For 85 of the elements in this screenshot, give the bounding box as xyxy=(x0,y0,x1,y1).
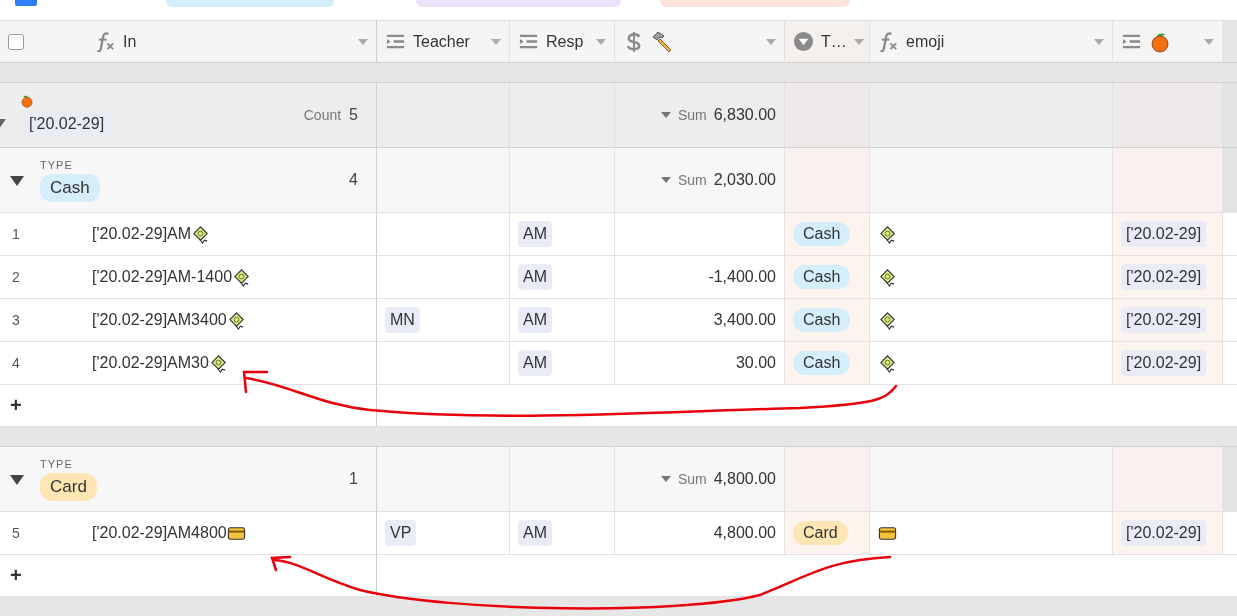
banknote-icon xyxy=(878,353,897,373)
amount-value: 30.00 xyxy=(735,354,776,372)
record-name: ['20.02-29]AM xyxy=(92,225,192,243)
column-header[interactable]: T… xyxy=(785,21,870,63)
column-menu-caret-icon[interactable] xyxy=(853,38,864,45)
resp-chip: AM xyxy=(518,264,552,290)
select-all-checkbox[interactable] xyxy=(8,33,24,50)
group-sum: 6,830.00 xyxy=(713,106,776,124)
row-number: 4 xyxy=(12,355,21,371)
group-value-tag: Cash xyxy=(40,173,100,202)
banknote-icon xyxy=(208,353,228,373)
banknote-icon xyxy=(226,310,246,330)
collapse-caret-icon[interactable] xyxy=(10,176,24,186)
amount-value: -1,400.00 xyxy=(708,268,776,286)
group-sum: 4,800.00 xyxy=(713,470,776,488)
resp-chip: AM xyxy=(518,520,552,546)
column-menu-caret-icon[interactable] xyxy=(358,38,368,45)
sum-label: Sum xyxy=(677,471,707,487)
add-record-button[interactable]: + xyxy=(0,394,22,417)
table-cell xyxy=(1223,83,1237,148)
table-cell xyxy=(1223,447,1237,512)
column-menu-caret-icon[interactable] xyxy=(596,38,606,45)
teacher-chip: MN xyxy=(385,307,420,333)
type-tag: Card xyxy=(793,521,848,545)
group-value-chip: ['20.02-29] xyxy=(24,110,110,137)
column-header[interactable]: Resp xyxy=(510,21,615,63)
formula-icon xyxy=(95,31,116,52)
date-chip: ['20.02-29] xyxy=(1121,221,1207,247)
sum-label: Sum xyxy=(677,107,707,123)
app-icon xyxy=(15,0,37,6)
date-chip: ['20.02-29] xyxy=(1121,350,1207,376)
summary-caret-icon[interactable] xyxy=(660,476,671,482)
type-tag: Cash xyxy=(793,351,851,375)
date-chip: ['20.02-29] xyxy=(1121,307,1207,333)
row-number: 5 xyxy=(12,525,21,541)
row-number: 3 xyxy=(12,312,21,328)
amount-value: 3,400.00 xyxy=(713,311,776,329)
group-field-label: TYPE xyxy=(40,158,73,171)
banknote-icon xyxy=(878,310,897,330)
row-number: 1 xyxy=(12,226,21,242)
resp-chip: AM xyxy=(518,350,552,376)
column-menu-caret-icon[interactable] xyxy=(1204,38,1214,45)
column-menu-caret-icon[interactable] xyxy=(491,38,501,45)
date-chip: ['20.02-29] xyxy=(1121,520,1207,546)
record-name: ['20.02-29]AM4800 xyxy=(92,524,227,542)
formula-icon xyxy=(878,31,899,52)
summary-caret-icon[interactable] xyxy=(660,112,671,118)
banknote-icon xyxy=(878,224,897,244)
banknote-icon xyxy=(878,267,897,287)
column-header[interactable] xyxy=(1113,21,1223,63)
group-count: 5 xyxy=(349,106,358,124)
group-value-tag: Card xyxy=(40,472,97,501)
tangerine-icon xyxy=(20,93,34,108)
amount-value: 4,800.00 xyxy=(713,524,776,542)
resp-chip: AM xyxy=(518,307,552,333)
type-tag: Cash xyxy=(793,308,851,332)
group-sum: 2,030.00 xyxy=(713,171,776,189)
group-field-label: TYPE xyxy=(40,457,73,470)
record-name: ['20.02-29]AM30 xyxy=(92,354,209,372)
table-cell xyxy=(1223,148,1237,213)
date-chip: ['20.02-29] xyxy=(1121,264,1207,290)
sum-label: Sum xyxy=(677,172,707,188)
column-menu-caret-icon[interactable] xyxy=(1094,38,1104,45)
record-name: ['20.02-29]AM3400 xyxy=(92,311,227,329)
banknote-icon xyxy=(232,267,252,287)
column-header[interactable]: In xyxy=(0,21,377,63)
column-header[interactable]: Teacher xyxy=(377,21,510,63)
select-field-icon xyxy=(793,31,814,52)
add-record-button[interactable]: + xyxy=(0,564,22,587)
column-header[interactable] xyxy=(615,21,785,63)
resp-chip: AM xyxy=(518,221,552,247)
collapse-caret-icon[interactable] xyxy=(10,475,24,485)
record-name: ['20.02-29]AM-1400 xyxy=(92,268,233,286)
group-count: 1 xyxy=(349,470,358,488)
banknote-icon xyxy=(191,224,211,244)
count-label: Count xyxy=(303,107,342,123)
row-number: 2 xyxy=(12,269,21,285)
summary-caret-icon[interactable] xyxy=(660,177,671,183)
column-menu-caret-icon[interactable] xyxy=(766,38,776,45)
type-tag: Cash xyxy=(793,265,851,289)
column-header[interactable]: emoji xyxy=(870,21,1113,63)
hammer-icon xyxy=(651,30,673,53)
group-count: 4 xyxy=(349,171,358,189)
teacher-chip: VP xyxy=(385,520,417,546)
type-tag: Cash xyxy=(793,222,851,246)
